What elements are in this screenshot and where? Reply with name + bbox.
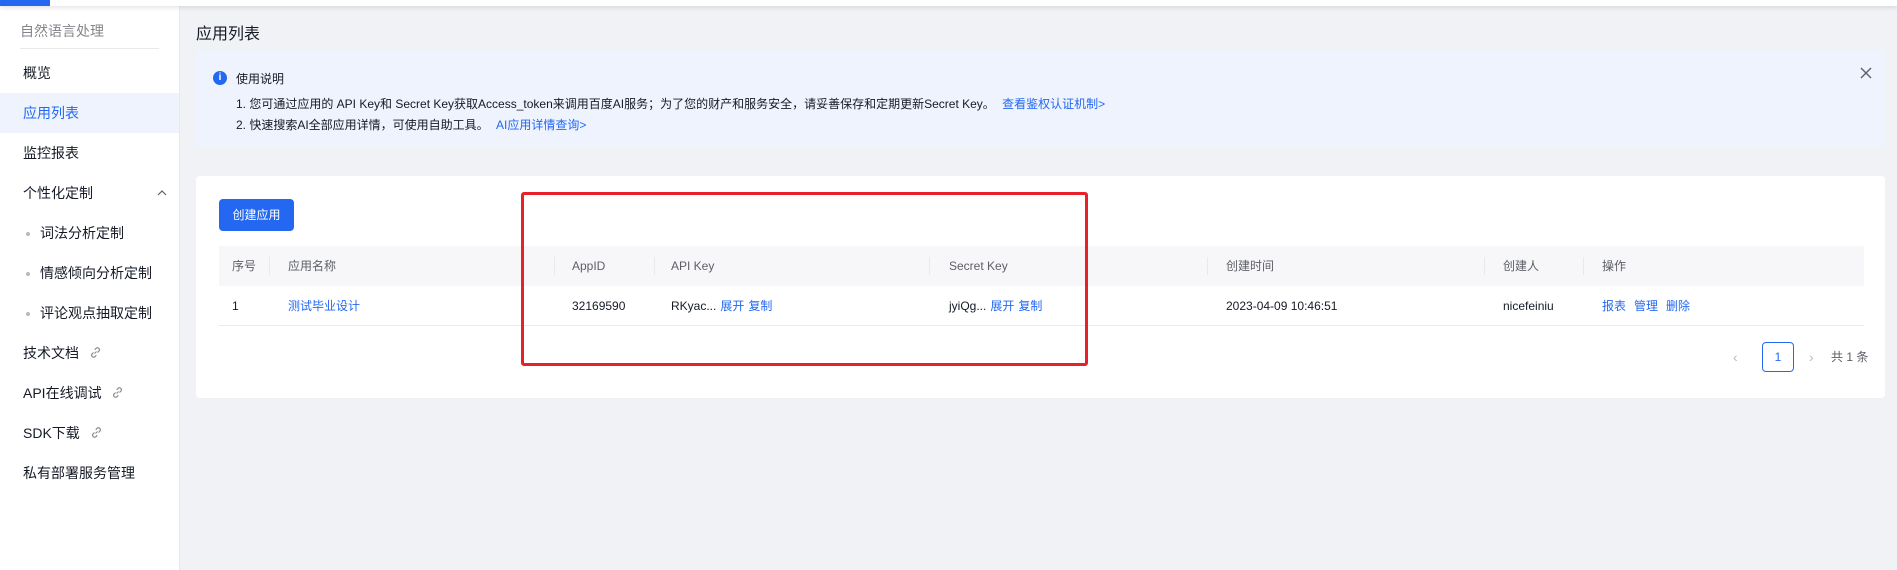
sidebar-item-label: 技术文档 xyxy=(23,345,79,361)
sidebar-subitem-sentiment[interactable]: 情感倾向分析定制 xyxy=(0,253,179,293)
bullet-dot xyxy=(26,312,30,316)
notice-line-1-text: 1. 您可通过应用的 API Key和 Secret Key获取Access_t… xyxy=(236,97,995,111)
created-time: 2023-04-09 10:46:51 xyxy=(1226,299,1338,313)
sidebar-item-label: 应用列表 xyxy=(23,105,79,121)
column-divider xyxy=(1583,257,1584,275)
delete-link[interactable]: 删除 xyxy=(1666,299,1690,313)
notice-line-2-text: 2. 快速搜索AI全部应用详情，可使用自助工具。 xyxy=(236,118,489,132)
sidebar-item-label: SDK下载 xyxy=(23,425,80,441)
column-header: 序号 xyxy=(232,259,257,273)
column-header: 操作 xyxy=(1602,259,1627,273)
pagination-page-button[interactable]: 1 xyxy=(1762,342,1794,372)
sidebar-item-monitor-report[interactable]: 监控报表 xyxy=(0,133,179,173)
column-header: 应用名称 xyxy=(288,259,337,273)
sidebar-product-title: 自然语言处理 xyxy=(20,23,104,39)
sidebar-item-label: 个性化定制 xyxy=(23,185,93,201)
creator: nicefeiniu xyxy=(1503,299,1554,313)
sidebar-item-overview[interactable]: 概览 xyxy=(0,53,179,93)
sidebar-subitem-lexical[interactable]: 词法分析定制 xyxy=(0,213,179,253)
chevron-up-icon[interactable] xyxy=(157,173,167,213)
sidebar-item-label: 概览 xyxy=(23,65,51,81)
sidebar-item-api-debug[interactable]: API在线调试 xyxy=(0,373,179,413)
sidebar-divider xyxy=(20,48,159,49)
sidebar-item-private-deploy[interactable]: 私有部署服务管理 xyxy=(0,453,179,493)
sidebar-item-label: API在线调试 xyxy=(23,385,102,401)
operations-cell: 报表 管理 删除 xyxy=(1602,286,1690,326)
usage-notice: i 使用说明 1. 您可通过应用的 API Key和 Secret Key获取A… xyxy=(196,50,1885,148)
column-header: 创建时间 xyxy=(1226,259,1275,273)
sidebar-item-label: 私有部署服务管理 xyxy=(23,465,135,481)
sidebar-item-customization[interactable]: 个性化定制 xyxy=(0,173,179,213)
sidebar-subitem-label: 情感倾向分析定制 xyxy=(40,265,152,281)
pagination-prev-button[interactable]: ‹ xyxy=(1733,342,1738,372)
sidebar-subitem-label: 评论观点抽取定制 xyxy=(40,305,152,321)
pagination-total: 共 1 条 xyxy=(1831,350,1869,364)
close-icon[interactable] xyxy=(1859,64,1873,84)
notice-line-1: 1. 您可通过应用的 API Key和 Secret Key获取Access_t… xyxy=(236,95,1105,112)
column-divider xyxy=(1484,257,1485,275)
row-index: 1 xyxy=(232,299,239,313)
sidebar-item-app-list[interactable]: 应用列表 xyxy=(0,93,179,133)
column-divider xyxy=(1207,257,1208,275)
notice-title: 使用说明 xyxy=(236,72,285,86)
column-header: 创建人 xyxy=(1503,259,1540,273)
app-name-link[interactable]: 测试毕业设计 xyxy=(288,286,360,326)
pagination-next-button[interactable]: › xyxy=(1809,342,1814,372)
column-divider xyxy=(269,257,270,275)
notice-line-2: 2. 快速搜索AI全部应用详情，可使用自助工具。 AI应用详情查询> xyxy=(236,116,586,133)
top-bar xyxy=(0,0,1897,6)
sidebar: 自然语言处理 概览 应用列表 监控报表 个性化定制 词法分析定制 情感倾向分析定… xyxy=(0,0,180,570)
top-bar-accent xyxy=(0,0,50,6)
external-link-icon xyxy=(111,374,124,414)
sidebar-item-tech-docs[interactable]: 技术文档 xyxy=(0,333,179,373)
sidebar-item-label: 监控报表 xyxy=(23,145,79,161)
create-app-button[interactable]: 创建应用 xyxy=(219,199,294,231)
bullet-dot xyxy=(26,272,30,276)
auth-mechanism-link[interactable]: 查看鉴权认证机制> xyxy=(1002,97,1105,111)
info-icon: i xyxy=(213,71,227,85)
bullet-dot xyxy=(26,232,30,236)
manage-link[interactable]: 管理 xyxy=(1634,299,1658,313)
app-detail-query-link[interactable]: AI应用详情查询> xyxy=(496,118,586,132)
sidebar-item-sdk-download[interactable]: SDK下载 xyxy=(0,413,179,453)
page-title: 应用列表 xyxy=(196,26,261,43)
highlight-annotation-box xyxy=(521,192,1088,366)
external-link-icon xyxy=(89,334,102,374)
external-link-icon xyxy=(90,414,103,454)
sidebar-subitem-comment[interactable]: 评论观点抽取定制 xyxy=(0,293,179,333)
sidebar-subitem-label: 词法分析定制 xyxy=(40,225,124,241)
report-link[interactable]: 报表 xyxy=(1602,299,1626,313)
